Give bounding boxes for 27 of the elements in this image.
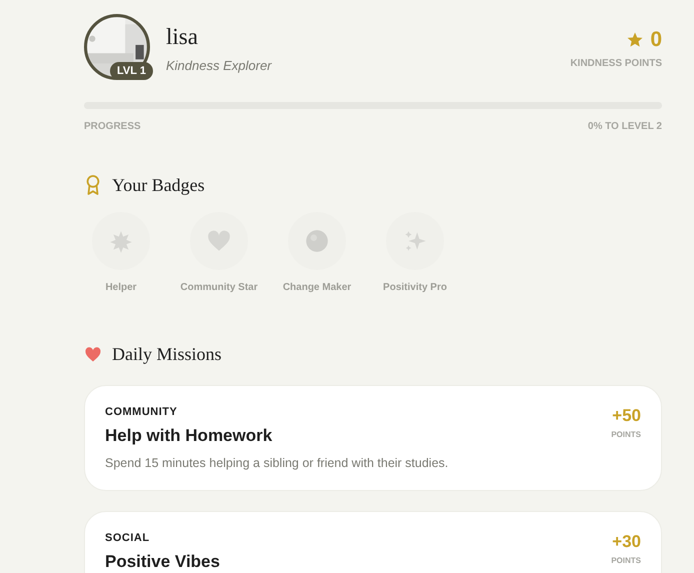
points-label: POINTS bbox=[611, 556, 641, 565]
mission-points: +30 bbox=[612, 532, 641, 552]
mission-title: Positive Vibes bbox=[105, 552, 221, 572]
ribbon-icon bbox=[84, 174, 102, 196]
points-value: 0 bbox=[650, 28, 662, 52]
section-title: Daily Missions bbox=[112, 344, 222, 364]
badge-name: Change Maker bbox=[282, 282, 352, 293]
mission-points: +50 bbox=[612, 406, 641, 426]
mission-card[interactable]: COMMUNITY Help with Homework Spend 15 minutes helping a sibling or friend with their studies. +50 POINTS bbox=[84, 385, 662, 491]
user-title: Kindness Explorer bbox=[166, 58, 272, 73]
user-name: lisa bbox=[166, 24, 199, 50]
badge-name: Helper bbox=[105, 282, 137, 293]
mission-category: SOCIAL bbox=[105, 532, 151, 544]
points-label: KINDNESS POINTS bbox=[570, 58, 662, 69]
points-label: POINTS bbox=[611, 430, 641, 439]
badge-name: Positivity Pro bbox=[383, 282, 447, 293]
mission-description: Spend 15 minutes helping a sibling or friend with their studies. bbox=[105, 456, 450, 470]
star-icon bbox=[626, 31, 644, 49]
level-badge: LVL 1 bbox=[110, 62, 153, 80]
progress-reading: 0% TO LEVEL 2 bbox=[588, 121, 662, 132]
progress-label: PROGRESS bbox=[84, 121, 141, 132]
badge-name: Community Star bbox=[180, 282, 258, 293]
mission-title: Help with Homework bbox=[105, 426, 274, 446]
section-title: Your Badges bbox=[112, 174, 205, 196]
mission-card[interactable]: SOCIAL Positive Vibes +30 POINTS bbox=[84, 511, 662, 573]
globe-icon bbox=[304, 228, 330, 254]
mission-category: COMMUNITY bbox=[105, 406, 178, 418]
